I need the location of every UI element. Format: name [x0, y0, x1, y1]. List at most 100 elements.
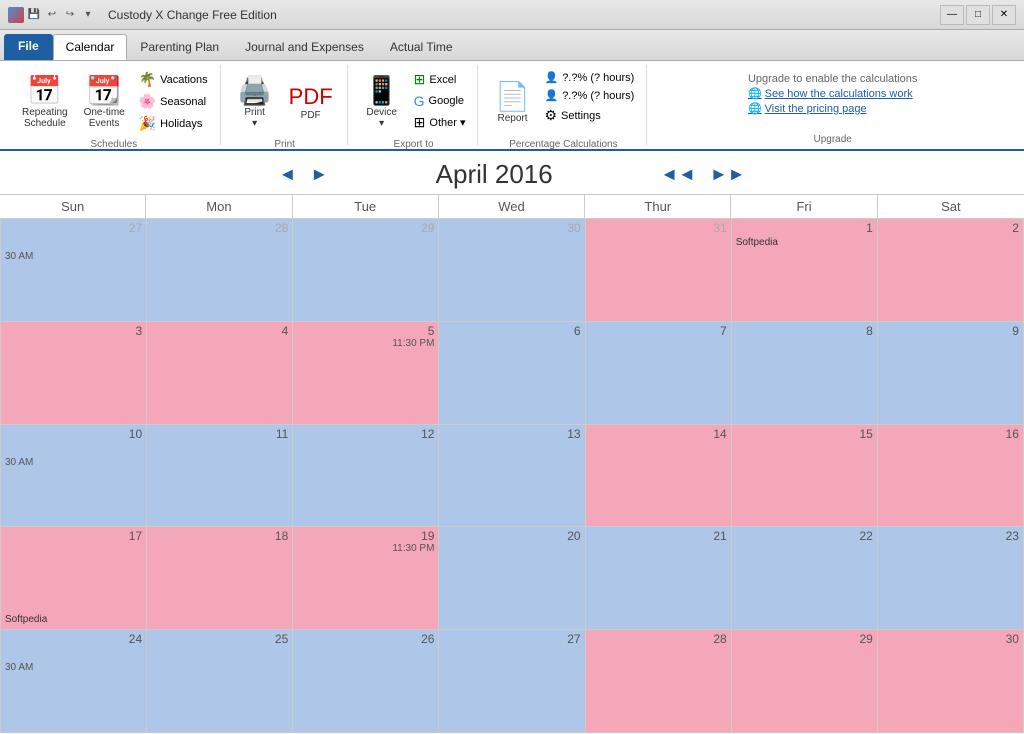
cal-cell-8-week1[interactable]: 8	[732, 322, 878, 425]
google-button[interactable]: G Google	[410, 91, 470, 111]
cal-cell-24-week4[interactable]: 2430 AM	[1, 630, 147, 733]
day-number: 28	[151, 221, 288, 235]
day-number: 14	[590, 427, 727, 441]
redo-icon[interactable]: ↪	[62, 7, 78, 23]
ribbon-tabs: File Calendar Parenting Plan Journal and…	[0, 30, 1024, 61]
day-number: 12	[297, 427, 434, 441]
one-time-events-button[interactable]: 📆 One-timeEvents	[78, 69, 131, 137]
tab-journal[interactable]: Journal and Expenses	[232, 34, 377, 60]
next-month-button[interactable]: ►	[304, 162, 334, 187]
seasonal-label: Seasonal	[160, 96, 206, 108]
excel-button[interactable]: ⊞ Excel	[410, 69, 470, 90]
tab-file[interactable]: File	[4, 34, 53, 60]
next-year-button[interactable]: ►►	[704, 162, 752, 187]
cal-cell-30-week4[interactable]: 30	[878, 630, 1024, 733]
prev-year-button[interactable]: ◄◄	[654, 162, 702, 187]
cal-cell-14-week2[interactable]: 14	[586, 425, 732, 528]
tab-calendar[interactable]: Calendar	[53, 34, 128, 60]
qa-dropdown[interactable]: ▾	[80, 7, 96, 23]
tab-parenting-plan[interactable]: Parenting Plan	[127, 34, 232, 60]
percentage-options: 👤 ?.?% (? hours) 👤 ?.?% (? hours) ⚙ Sett…	[540, 69, 638, 126]
quick-access-toolbar: 💾 ↩ ↪ ▾	[8, 7, 96, 23]
cal-cell-3-week1[interactable]: 3	[1, 322, 147, 425]
holidays-icon: 🎉	[139, 115, 156, 132]
time-text: 11:30 PM	[297, 338, 434, 349]
cal-cell-11-week2[interactable]: 11	[147, 425, 293, 528]
ribbon-group-print: 🖨️ Print▾ PDF PDF Print	[223, 65, 348, 145]
cal-cell-9-week1[interactable]: 9	[878, 322, 1024, 425]
day-number: 27	[5, 221, 142, 235]
cal-cell-30-week0[interactable]: 30	[439, 219, 585, 322]
day-number: 29	[736, 632, 873, 646]
google-icon: G	[414, 93, 425, 109]
seasonal-icon: 🌸	[139, 93, 156, 110]
cal-cell-13-week2[interactable]: 13	[439, 425, 585, 528]
upgrade-group-label: Upgrade	[813, 132, 851, 145]
calendar-header: ◄ ► April 2016 ◄◄ ►►	[0, 151, 1024, 194]
cal-cell-22-week3[interactable]: 22	[732, 527, 878, 630]
cal-cell-20-week3[interactable]: 20	[439, 527, 585, 630]
minimize-button[interactable]: —	[940, 5, 964, 25]
cal-cell-19-week3[interactable]: 1911:30 PM	[293, 527, 439, 630]
repeating-schedule-button[interactable]: 📅 RepeatingSchedule	[16, 69, 74, 137]
cal-cell-5-week1[interactable]: 511:30 PM	[293, 322, 439, 425]
person1-icon: 👤	[544, 71, 558, 84]
maximize-button[interactable]: □	[966, 5, 990, 25]
prev-month-button[interactable]: ◄	[273, 162, 303, 187]
other-button[interactable]: ⊞ Other ▾	[410, 112, 470, 133]
cal-cell-29-week0[interactable]: 29	[293, 219, 439, 322]
cal-cell-17-week3[interactable]: 17Softpedia	[1, 527, 147, 630]
extra-schedules: 🌴 Vacations 🌸 Seasonal 🎉 Holidays	[135, 69, 212, 134]
export-options: ⊞ Excel G Google ⊞ Other ▾	[410, 69, 470, 133]
cal-cell-12-week2[interactable]: 12	[293, 425, 439, 528]
cal-cell-28-week0[interactable]: 28	[147, 219, 293, 322]
cal-cell-27-week0[interactable]: 27 30 AM	[1, 219, 147, 322]
holidays-button[interactable]: 🎉 Holidays	[135, 113, 212, 134]
cal-cell-23-week3[interactable]: 23	[878, 527, 1024, 630]
print-label: Print▾	[244, 107, 265, 129]
cal-cell-7-week1[interactable]: 7	[586, 322, 732, 425]
cal-cell-25-week4[interactable]: 25	[147, 630, 293, 733]
cal-cell-10-week2[interactable]: 1030 AM	[1, 425, 147, 528]
day-header-wed: Wed	[439, 195, 585, 218]
cal-cell-18-week3[interactable]: 18	[147, 527, 293, 630]
cal-cell-29-week4[interactable]: 29	[732, 630, 878, 733]
device-button[interactable]: 📱 Device▾	[358, 69, 406, 137]
day-number: 1	[736, 221, 873, 235]
pricing-link[interactable]: 🌐 Visit the pricing page	[748, 102, 917, 115]
day-header-thur: Thur	[585, 195, 731, 218]
cal-cell-6-week1[interactable]: 6	[439, 322, 585, 425]
cal-cell-26-week4[interactable]: 26	[293, 630, 439, 733]
settings-button[interactable]: ⚙ Settings	[540, 105, 638, 126]
report-button[interactable]: 📄 Report	[488, 69, 536, 137]
close-button[interactable]: ✕	[992, 5, 1016, 25]
cal-cell-15-week2[interactable]: 15	[732, 425, 878, 528]
calc-link[interactable]: 🌐 See how the calculations work	[748, 87, 917, 100]
vacations-button[interactable]: 🌴 Vacations	[135, 69, 212, 90]
undo-icon[interactable]: ↩	[44, 7, 60, 23]
cal-cell-31-week0[interactable]: 31	[586, 219, 732, 322]
cal-cell-1-week0[interactable]: 1Softpedia	[732, 219, 878, 322]
cal-cell-21-week3[interactable]: 21	[586, 527, 732, 630]
globe-icon: 🌐	[748, 87, 762, 100]
ampm-text: 30 AM	[5, 251, 142, 262]
pdf-button[interactable]: PDF PDF	[283, 69, 339, 137]
day-number: 18	[151, 529, 288, 543]
time-text: 11:30 PM	[297, 543, 434, 554]
window-controls: — □ ✕	[940, 5, 1016, 25]
cal-cell-28-week4[interactable]: 28	[586, 630, 732, 733]
cal-cell-4-week1[interactable]: 4	[147, 322, 293, 425]
cal-cell-16-week2[interactable]: 16	[878, 425, 1024, 528]
print-button[interactable]: 🖨️ Print▾	[231, 69, 279, 137]
day-number: 8	[736, 324, 873, 338]
seasonal-button[interactable]: 🌸 Seasonal	[135, 91, 212, 112]
cal-cell-27-week4[interactable]: 27	[439, 630, 585, 733]
day-header-mon: Mon	[146, 195, 292, 218]
title-bar-left: 💾 ↩ ↪ ▾ Custody X Change Free Edition	[8, 7, 277, 23]
tab-actual-time[interactable]: Actual Time	[377, 34, 466, 60]
year-nav: ◄◄ ►►	[654, 162, 751, 187]
day-number: 7	[590, 324, 727, 338]
day-header-fri: Fri	[731, 195, 877, 218]
save-icon[interactable]: 💾	[26, 7, 42, 23]
cal-cell-2-week0[interactable]: 2	[878, 219, 1024, 322]
